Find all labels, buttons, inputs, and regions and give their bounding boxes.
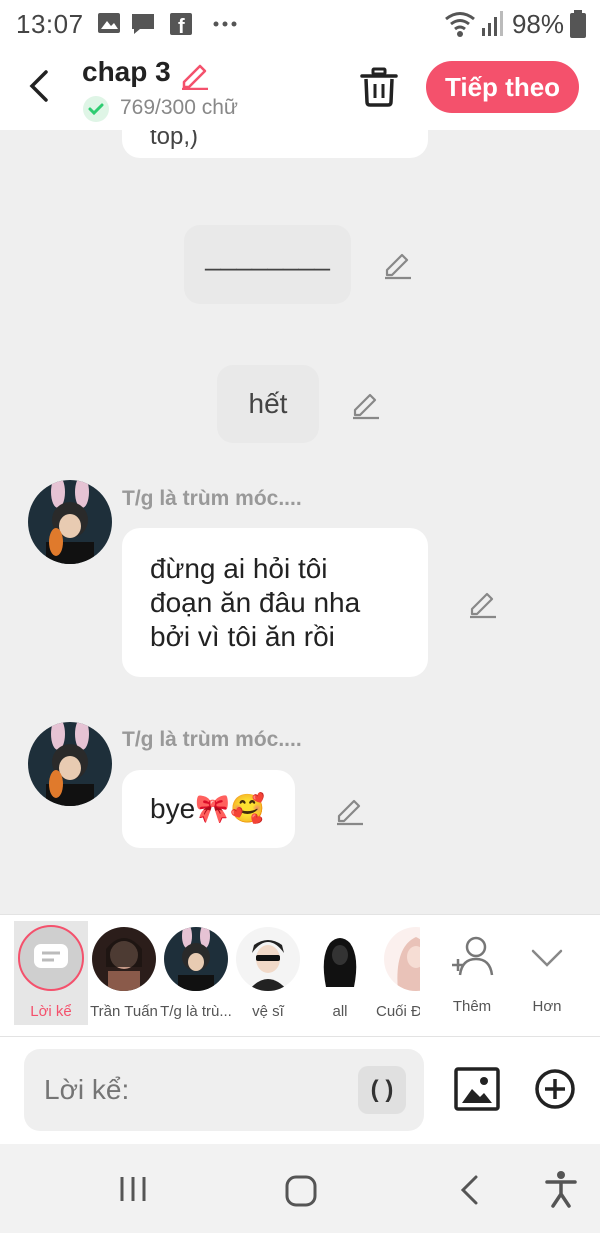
narration-bubble[interactable]: ________ xyxy=(184,225,351,304)
edit-title-icon[interactable] xyxy=(178,58,210,90)
add-character-button[interactable]: Thêm xyxy=(436,923,508,1027)
system-nav-bar xyxy=(0,1144,600,1233)
character-item[interactable]: all xyxy=(304,923,376,1027)
avatar xyxy=(384,927,420,991)
home-icon[interactable] xyxy=(284,1174,318,1208)
trash-icon[interactable] xyxy=(358,66,400,108)
character-label: all xyxy=(332,1003,348,1020)
edit-icon[interactable] xyxy=(467,587,499,619)
character-label: T/g là trù... xyxy=(160,1003,232,1020)
character-item[interactable]: Trần Tuấn xyxy=(88,923,160,1027)
character-item[interactable]: T/g là trù... xyxy=(160,923,232,1027)
next-button[interactable]: Tiếp theo xyxy=(426,61,579,113)
message-line: bởi vì tôi ăn rồi xyxy=(150,621,335,652)
edit-icon[interactable] xyxy=(334,794,366,826)
message-bubble[interactable]: đừng ai hỏi tôi đoạn ăn đâu nha bởi vì t… xyxy=(122,528,428,677)
narrator-icon xyxy=(18,925,84,991)
status-bar: 13:07 f 98% xyxy=(0,0,600,48)
image-notification-icon xyxy=(98,13,120,33)
avatar xyxy=(308,927,372,991)
add-icon[interactable] xyxy=(534,1068,576,1110)
character-label: Thêm xyxy=(452,998,492,1015)
avatar[interactable] xyxy=(28,480,112,564)
character-item[interactable]: vệ sĩ xyxy=(232,923,304,1027)
chapter-title[interactable]: chap 3 xyxy=(82,56,171,88)
back-icon[interactable] xyxy=(22,66,62,106)
recent-apps-icon[interactable] xyxy=(118,1174,148,1204)
character-label: Cuối Đ xyxy=(376,1003,420,1020)
compose-bar: ( ) xyxy=(0,1036,600,1144)
avatar xyxy=(92,927,156,991)
message-line: đoạn ăn đâu nha xyxy=(150,587,361,618)
chat-area[interactable]: top,) ________ hết T/g là trùm móc.... đ… xyxy=(0,130,600,914)
character-label: vệ sĩ xyxy=(252,1003,284,1020)
character-item[interactable]: Cuối Đ xyxy=(376,923,420,1027)
edit-icon[interactable] xyxy=(382,248,414,280)
accessibility-icon[interactable] xyxy=(544,1170,578,1208)
status-time: 13:07 xyxy=(16,9,84,39)
avatar xyxy=(164,927,228,991)
message-bubble[interactable]: bye🎀🥰 xyxy=(122,770,295,848)
sender-name: T/g là trùm móc.... xyxy=(122,728,302,751)
character-selector: Lời kể Trần Tuấn T/g là trù... vệ sĩ all… xyxy=(0,914,600,1036)
character-label: Trần Tuấn xyxy=(90,1003,158,1020)
image-icon[interactable] xyxy=(454,1067,500,1111)
avatar[interactable] xyxy=(28,722,112,806)
character-label: Hơn xyxy=(532,998,562,1015)
word-count: 769/300 chữ xyxy=(120,96,238,119)
back-nav-icon[interactable] xyxy=(456,1174,482,1206)
edit-icon[interactable] xyxy=(350,388,382,420)
character-narrator[interactable]: Lời kể xyxy=(14,921,88,1025)
battery-icon xyxy=(570,10,586,38)
message-bubble[interactable]: top,) xyxy=(122,130,428,158)
chevron-down-icon xyxy=(531,949,563,967)
message-line: đừng ai hỏi tôi xyxy=(150,553,328,584)
wifi-signal-icon xyxy=(445,11,503,37)
parenthesis-button[interactable]: ( ) xyxy=(358,1066,406,1114)
character-label: Lời kể xyxy=(30,1003,72,1020)
svg-text:f: f xyxy=(178,16,185,37)
message-notification-icon xyxy=(132,14,154,34)
add-user-icon xyxy=(452,936,494,976)
sender-name: T/g là trùm móc.... xyxy=(122,487,302,510)
battery-percent: 98% xyxy=(511,9,564,39)
narration-bubble[interactable]: hết xyxy=(217,365,319,443)
more-characters-button[interactable]: Hơn xyxy=(511,923,583,1027)
message-text: top,) xyxy=(150,130,199,150)
notification-icons: f xyxy=(98,13,237,37)
check-icon xyxy=(83,96,109,122)
avatar xyxy=(236,927,300,991)
editor-header: chap 3 769/300 chữ Tiếp theo xyxy=(0,48,600,130)
